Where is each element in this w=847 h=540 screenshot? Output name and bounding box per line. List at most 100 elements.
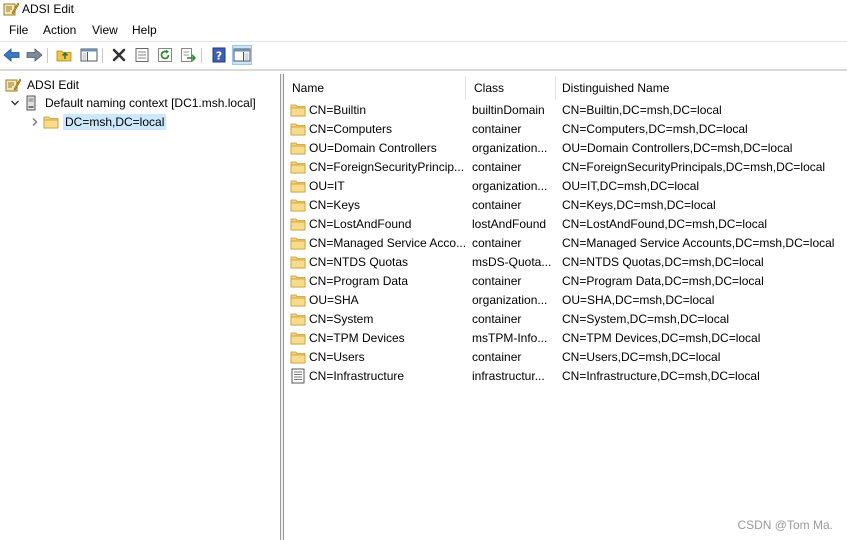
- properties-icon[interactable]: [132, 45, 152, 65]
- cell-name: CN=ForeignSecurityPrincip...: [290, 157, 466, 176]
- cell-class: organization...: [472, 178, 548, 193]
- cell-class: infrastructur...: [472, 368, 545, 383]
- folder-icon: [290, 312, 306, 326]
- list-row[interactable]: CN=ForeignSecurityPrincip... container CN=…: [284, 157, 847, 176]
- column-header-class[interactable]: Class: [466, 76, 556, 100]
- row-name: CN=Builtin: [309, 102, 367, 117]
- folder-icon: [290, 179, 306, 193]
- cell-class: container: [472, 349, 522, 364]
- adsi-edit-app-icon: [3, 1, 20, 17]
- folder-icon: [290, 293, 306, 307]
- list-row[interactable]: CN=Users container CN=Users,DC=msh,DC=loca…: [284, 347, 847, 366]
- row-name: CN=TPM Devices: [309, 330, 405, 345]
- row-name: CN=LostAndFound: [309, 216, 412, 231]
- cell-distinguished-name: CN=Managed Service Accounts,DC=msh,DC=lo…: [562, 235, 835, 250]
- delete-icon[interactable]: [109, 45, 129, 65]
- row-name: OU=Domain Controllers: [309, 140, 437, 155]
- cell-name: CN=Infrastructure: [290, 366, 466, 385]
- list-row[interactable]: CN=Program Data container CN=Program Data,…: [284, 271, 847, 290]
- cell-class: container: [472, 197, 522, 212]
- cell-distinguished-name: CN=System,DC=msh,DC=local: [562, 311, 730, 326]
- column-header-distinguished-name[interactable]: Distinguished Name: [556, 76, 847, 100]
- list-row[interactable]: CN=TPM Devices msTPM-Info... CN=TPM Device…: [284, 328, 847, 347]
- list-row[interactable]: CN=LostAndFound lostAndFound CN=LostAndFou…: [284, 214, 847, 233]
- cell-distinguished-name: CN=Computers,DC=msh,DC=local: [562, 121, 748, 136]
- list-row[interactable]: CN=Computers container CN=Computers,DC=msh…: [284, 119, 847, 138]
- cell-distinguished-name: CN=TPM Devices,DC=msh,DC=local: [562, 330, 761, 345]
- cell-distinguished-name: CN=Infrastructure,DC=msh,DC=local: [562, 368, 760, 383]
- row-name: CN=ForeignSecurityPrincip...: [309, 159, 465, 174]
- infrastructure-icon: [290, 368, 306, 383]
- list-row[interactable]: OU=Domain Controllers organization... OU=D…: [284, 138, 847, 157]
- cell-name: CN=Managed Service Acco...: [290, 233, 466, 252]
- row-name: CN=NTDS Quotas: [309, 254, 409, 269]
- cell-name: OU=Domain Controllers: [290, 138, 466, 157]
- list-row[interactable]: CN=Infrastructure infrastructur... CN=Infr…: [284, 366, 847, 385]
- folder-icon: [290, 160, 306, 174]
- list-row[interactable]: OU=SHA organization... OU=SHA,DC=msh,DC=lo…: [284, 290, 847, 309]
- console-tree[interactable]: ADSI Edit Default naming context [DC1.ms…: [0, 74, 281, 540]
- row-name: OU=IT: [309, 178, 345, 193]
- toolbar: ?: [0, 41, 847, 68]
- cell-name: CN=Computers: [290, 119, 466, 138]
- tree-node-default-naming-context[interactable]: Default naming context [DC1.msh.local]: [8, 94, 258, 112]
- show-hide-action-pane-icon[interactable]: [232, 45, 252, 65]
- menu-action[interactable]: Action: [43, 23, 76, 37]
- list-row[interactable]: CN=System container CN=System,DC=msh,DC=lo…: [284, 309, 847, 328]
- list-row[interactable]: CN=NTDS Quotas msDS-Quota... CN=NTDS Quota…: [284, 252, 847, 271]
- adsi-edit-icon: [4, 77, 22, 93]
- refresh-icon[interactable]: [155, 45, 175, 65]
- help-icon[interactable]: ?: [209, 45, 229, 65]
- chevron-right-icon[interactable]: [28, 114, 42, 130]
- folder-icon: [290, 141, 306, 155]
- cell-class: container: [472, 235, 522, 250]
- folder-icon: [290, 350, 306, 364]
- menu-file[interactable]: File: [9, 23, 28, 37]
- folder-icon: [290, 274, 306, 288]
- list-row[interactable]: CN=Managed Service Acco... container CN=Ma…: [284, 233, 847, 252]
- show-hide-tree-icon[interactable]: [79, 45, 99, 65]
- cell-class: lostAndFound: [472, 216, 547, 231]
- cell-name: OU=IT: [290, 176, 466, 195]
- chevron-down-icon[interactable]: [8, 95, 22, 111]
- row-name: CN=Computers: [309, 121, 393, 136]
- cell-distinguished-name: CN=Users,DC=msh,DC=local: [562, 349, 721, 364]
- folder-icon: [290, 217, 306, 231]
- cell-distinguished-name: CN=ForeignSecurityPrincipals,DC=msh,DC=l…: [562, 159, 826, 174]
- row-name: CN=Program Data: [309, 273, 409, 288]
- up-folder-icon[interactable]: [55, 45, 75, 65]
- cell-name: OU=SHA: [290, 290, 466, 309]
- folder-icon: [42, 114, 60, 130]
- export-list-icon[interactable]: [178, 45, 198, 65]
- menu-view[interactable]: View: [92, 23, 118, 37]
- list-row[interactable]: CN=Keys container CN=Keys,DC=msh,DC=local: [284, 195, 847, 214]
- tree-node-label: Default naming context [DC1.msh.local]: [45, 96, 256, 110]
- column-header-name[interactable]: Name: [284, 76, 466, 100]
- cell-distinguished-name: OU=Domain Controllers,DC=msh,DC=local: [562, 140, 793, 155]
- tree-node-adsi-edit[interactable]: ADSI Edit: [4, 76, 81, 94]
- cell-class: msDS-Quota...: [472, 254, 552, 269]
- list-row[interactable]: OU=IT organization... OU=IT,DC=msh,DC=loca…: [284, 176, 847, 195]
- cell-name: CN=TPM Devices: [290, 328, 466, 347]
- row-name: CN=Infrastructure: [309, 368, 405, 383]
- toolbar-separator: [201, 48, 202, 63]
- tree-node-dc-msh-local[interactable]: DC=msh,DC=local: [28, 113, 167, 131]
- list-row[interactable]: CN=Builtin builtinDomain CN=Builtin,DC=msh…: [284, 100, 847, 119]
- cell-class: builtinDomain: [472, 102, 545, 117]
- forward-icon[interactable]: [24, 45, 44, 65]
- list-header: Name Class Distinguished Name: [284, 76, 847, 100]
- cell-distinguished-name: CN=Keys,DC=msh,DC=local: [562, 197, 716, 212]
- details-list[interactable]: Name Class Distinguished Name CN=Builtin…: [284, 74, 847, 540]
- window-title: ADSI Edit: [22, 2, 75, 16]
- menu-help[interactable]: Help: [132, 23, 157, 37]
- row-name: CN=Managed Service Acco...: [309, 235, 466, 250]
- server-icon: [22, 95, 40, 111]
- cell-name: CN=Builtin: [290, 100, 466, 119]
- cell-class: container: [472, 273, 522, 288]
- folder-icon: [290, 255, 306, 269]
- cell-class: organization...: [472, 140, 548, 155]
- tree-node-label: DC=msh,DC=local: [63, 114, 167, 130]
- cell-class: msTPM-Info...: [472, 330, 548, 345]
- cell-distinguished-name: CN=NTDS Quotas,DC=msh,DC=local: [562, 254, 764, 269]
- back-icon[interactable]: [2, 45, 22, 65]
